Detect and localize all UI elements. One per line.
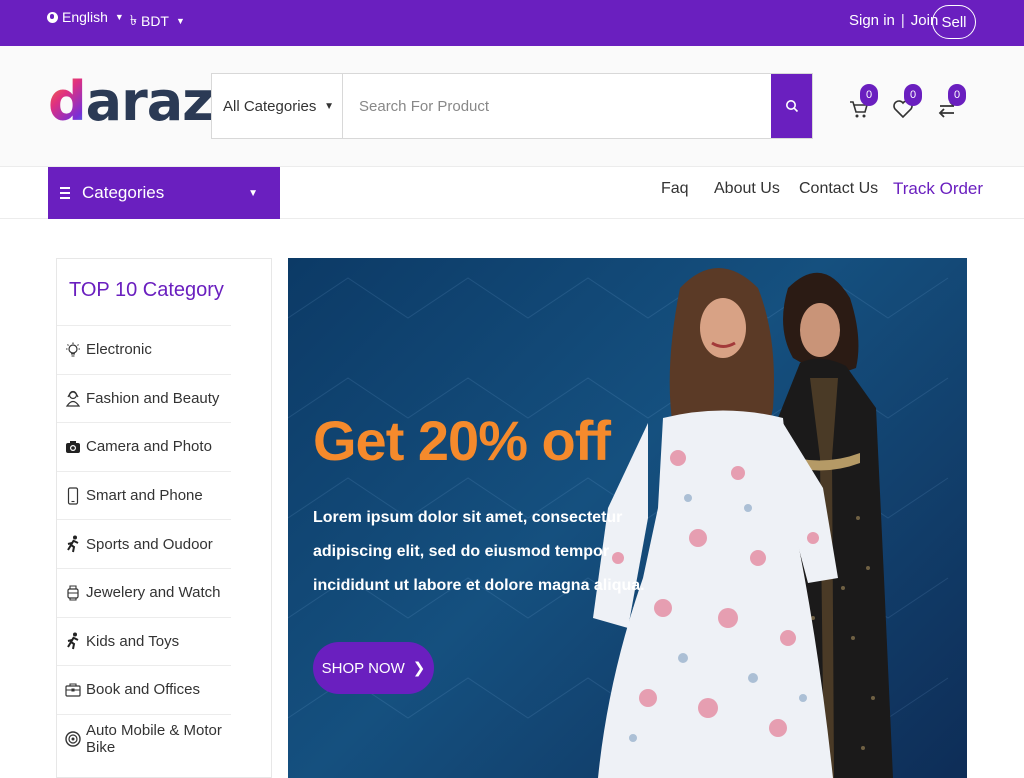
nav-link-faq[interactable]: Faq bbox=[661, 180, 689, 198]
category-item-camera[interactable]: Camera and Photo bbox=[57, 422, 231, 471]
daraz-logo[interactable]: daraz bbox=[48, 70, 214, 133]
hero-banner: Get 20% off Lorem ipsum dolor sit amet, … bbox=[288, 258, 967, 778]
banner-description: Lorem ipsum dolor sit amet, consectetur … bbox=[313, 509, 645, 594]
logo-rest: araz bbox=[85, 70, 214, 133]
main-nav: Categories ▼ Faq About Us Contact Us Tra… bbox=[0, 167, 1024, 219]
category-item-label: Auto Mobile & Motor Bike bbox=[86, 721, 222, 756]
category-list: Electronic Fashion and Beauty Camera and… bbox=[57, 325, 231, 762]
sell-button[interactable]: Sell bbox=[932, 5, 976, 39]
nav-link-contact[interactable]: Contact Us bbox=[799, 180, 878, 198]
language-selector[interactable]: English ▼ bbox=[47, 9, 124, 25]
category-item-label: Jewelery and Watch bbox=[86, 584, 221, 602]
top-bar: English ▼ ৳ BDT ▼ Sign in | Join Sell bbox=[0, 0, 1024, 46]
runner-icon bbox=[65, 535, 81, 553]
category-select-value: All Categories bbox=[223, 97, 317, 115]
compare-count-badge: 0 bbox=[948, 84, 966, 106]
person-icon bbox=[65, 389, 81, 407]
watch-icon bbox=[65, 584, 81, 602]
category-item-label: Fashion and Beauty bbox=[86, 389, 220, 407]
banner-headline: Get 20% off bbox=[313, 409, 611, 472]
category-item-phone[interactable]: Smart and Phone bbox=[57, 470, 231, 520]
auth-links: Sign in | Join bbox=[849, 12, 938, 29]
taka-icon: ৳ bbox=[130, 12, 137, 28]
wishlist-button[interactable]: 0 bbox=[892, 84, 922, 124]
wheel-icon bbox=[65, 730, 81, 748]
currency-label: BDT bbox=[140, 13, 169, 29]
chevron-down-icon: ▼ bbox=[114, 12, 124, 22]
category-item-label: Smart and Phone bbox=[86, 487, 203, 505]
runner-icon bbox=[65, 632, 81, 650]
signin-link[interactable]: Sign in bbox=[849, 12, 895, 29]
logo-first-letter: d bbox=[48, 70, 87, 133]
category-item-label: Book and Offices bbox=[86, 681, 200, 699]
chevron-down-icon: ▼ bbox=[248, 187, 258, 199]
shop-now-label: SHOP NOW bbox=[321, 659, 405, 677]
chevron-down-icon: ▼ bbox=[175, 16, 185, 26]
category-item-label: Camera and Photo bbox=[86, 438, 212, 456]
search-input[interactable] bbox=[343, 74, 771, 138]
auth-separator: | bbox=[900, 12, 905, 29]
cart-count-badge: 0 bbox=[860, 84, 878, 106]
wishlist-count-badge: 0 bbox=[904, 84, 922, 106]
category-item-fashion[interactable]: Fashion and Beauty bbox=[57, 373, 231, 423]
nav-link-track-order[interactable]: Track Order bbox=[893, 179, 983, 199]
top-category-sidebar: TOP 10 Category Electronic Fashion and B… bbox=[56, 258, 272, 778]
category-item-label: Sports and Oudoor bbox=[86, 535, 213, 553]
nav-link-about[interactable]: About Us bbox=[714, 180, 780, 198]
bulb-icon bbox=[65, 341, 81, 359]
search-bar: All Categories ▼ bbox=[211, 73, 813, 139]
sidebar-title: TOP 10 Category bbox=[69, 279, 224, 301]
globe-icon bbox=[47, 11, 58, 23]
category-select[interactable]: All Categories ▼ bbox=[212, 74, 343, 138]
category-item-sports[interactable]: Sports and Oudoor bbox=[57, 519, 231, 568]
shop-now-button[interactable]: SHOP NOW ❯ bbox=[313, 642, 434, 694]
categories-menu-button[interactable]: Categories ▼ bbox=[48, 167, 280, 219]
chevron-down-icon: ▼ bbox=[324, 100, 334, 112]
category-item-label: Electronic bbox=[86, 341, 152, 359]
currency-selector[interactable]: ৳ BDT ▼ bbox=[130, 9, 185, 33]
categories-label: Categories bbox=[82, 183, 165, 202]
chevron-right-icon: ❯ bbox=[412, 660, 426, 677]
category-item-label: Kids and Toys bbox=[86, 632, 180, 650]
category-item-books[interactable]: Book and Offices bbox=[57, 665, 231, 714]
category-item-jewelery[interactable]: Jewelery and Watch bbox=[57, 567, 231, 617]
language-label: English bbox=[62, 9, 108, 25]
main-header: daraz All Categories ▼ 0 0 0 bbox=[0, 46, 1024, 167]
hamburger-icon bbox=[60, 187, 70, 199]
briefcase-icon bbox=[65, 681, 81, 699]
search-button[interactable] bbox=[771, 74, 812, 138]
compare-button[interactable]: 0 bbox=[936, 84, 966, 124]
cart-button[interactable]: 0 bbox=[848, 84, 878, 124]
category-item-automobile[interactable]: Auto Mobile & Motor Bike bbox=[57, 713, 231, 763]
camera-icon bbox=[65, 438, 81, 456]
search-icon bbox=[785, 100, 798, 113]
category-item-electronic[interactable]: Electronic bbox=[57, 325, 231, 374]
category-item-kids[interactable]: Kids and Toys bbox=[57, 616, 231, 666]
phone-icon bbox=[65, 486, 81, 505]
